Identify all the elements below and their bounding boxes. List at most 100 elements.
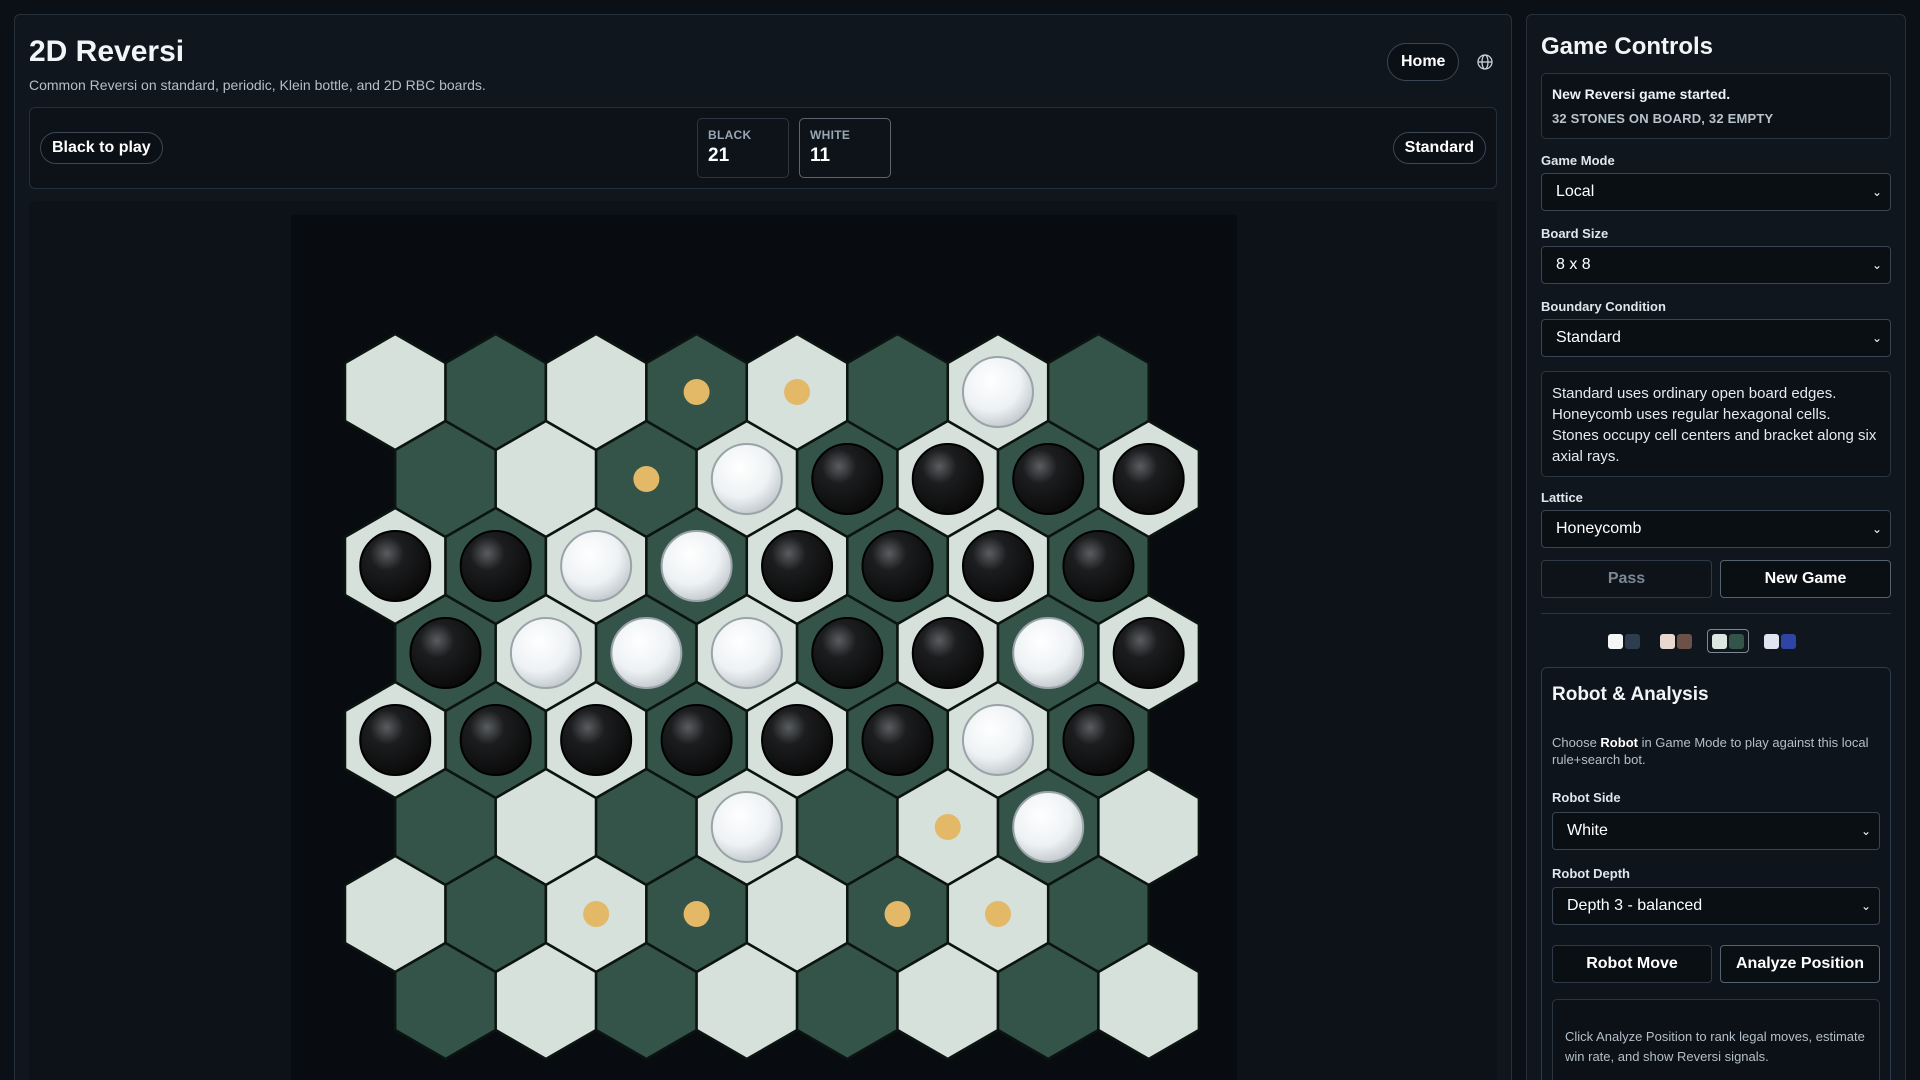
robot-analysis-panel: Robot & Analysis Choose Robot in Game Mo… (1541, 667, 1891, 1080)
white-stone (610, 617, 683, 689)
board-size-value: 8 x 8 (1556, 256, 1591, 273)
black-stone (1012, 443, 1085, 515)
message-box: New Reversi game started. 32 STONES ON B… (1541, 73, 1891, 139)
chevron-down-icon: ⌄ (1871, 258, 1882, 272)
white-stone (1012, 617, 1085, 689)
game-mode-select[interactable]: Local ⌄ (1541, 173, 1891, 211)
analyze-position-button[interactable]: Analyze Position (1720, 945, 1880, 983)
chevron-down-icon: ⌄ (1860, 899, 1871, 913)
legal-move-hint[interactable] (683, 901, 710, 927)
white-stone (660, 530, 733, 602)
boundary-label: Boundary Condition (1541, 299, 1666, 314)
status-bar: Black to play BLACK 21 WHITE 11 Standard (29, 107, 1497, 189)
theme-swatch[interactable] (1759, 629, 1801, 653)
robot-side-select[interactable]: White ⌄ (1552, 812, 1880, 850)
chevron-down-icon: ⌄ (1860, 824, 1871, 838)
globe-icon[interactable] (1474, 51, 1496, 73)
black-stone (1062, 704, 1135, 776)
black-stone (1112, 443, 1185, 515)
black-stone (459, 530, 532, 602)
swatch-light-color (1608, 633, 1623, 649)
analysis-output: Click Analyze Position to rank legal mov… (1552, 999, 1880, 1080)
legal-move-hint[interactable] (633, 466, 660, 492)
black-stone (961, 530, 1034, 602)
white-stone (509, 617, 582, 689)
lattice-select[interactable]: Honeycomb ⌄ (1541, 510, 1891, 548)
game-mode-label: Game Mode (1541, 153, 1615, 168)
chevron-down-icon: ⌄ (1871, 331, 1882, 345)
swatch-dark-color (1625, 633, 1640, 649)
black-stone (861, 704, 934, 776)
black-stone (911, 617, 984, 689)
black-score-card: BLACK 21 (697, 118, 789, 178)
theme-swatch[interactable] (1707, 629, 1749, 653)
swatch-light-color (1712, 633, 1727, 649)
page-title: 2D Reversi (29, 35, 185, 68)
swatch-light-color (1660, 633, 1675, 649)
theme-swatch[interactable] (1603, 629, 1645, 653)
black-stone (359, 530, 432, 602)
robot-depth-value: Depth 3 - balanced (1567, 897, 1703, 914)
boundary-select[interactable]: Standard ⌄ (1541, 319, 1891, 357)
black-stone (911, 443, 984, 515)
page-subtitle: Common Reversi on standard, periodic, Kl… (29, 77, 486, 93)
white-stone (710, 617, 783, 689)
black-score-value: 21 (708, 145, 730, 166)
black-stone (811, 443, 884, 515)
board-area (29, 201, 1497, 1080)
robot-note: Choose Robot in Game Mode to play agains… (1552, 735, 1869, 767)
robot-side-value: White (1567, 822, 1608, 839)
home-button[interactable]: Home (1387, 43, 1460, 81)
new-game-button[interactable]: New Game (1720, 560, 1891, 598)
boundary-value: Standard (1556, 329, 1621, 346)
reversi-board[interactable] (291, 215, 1237, 1080)
robot-move-button[interactable]: Robot Move (1552, 945, 1712, 983)
legal-move-hint[interactable] (884, 901, 911, 927)
black-stone (1112, 617, 1185, 689)
white-stone (961, 356, 1034, 428)
controls-panel: Game Controls New Reversi game started. … (1526, 14, 1906, 1080)
message-text: New Reversi game started. (1552, 86, 1731, 102)
black-stone (560, 704, 633, 776)
legal-move-hint[interactable] (683, 379, 710, 405)
robot-depth-label: Robot Depth (1552, 866, 1630, 881)
pass-button[interactable]: Pass (1541, 560, 1712, 598)
board-size-select[interactable]: 8 x 8 ⌄ (1541, 246, 1891, 284)
board-size-label: Board Size (1541, 226, 1609, 241)
black-stone (861, 530, 934, 602)
lattice-label: Lattice (1541, 490, 1583, 505)
legal-move-hint[interactable] (784, 379, 811, 405)
white-score-value: 11 (810, 145, 831, 166)
chevron-down-icon: ⌄ (1871, 522, 1882, 536)
legal-move-hint[interactable] (583, 901, 610, 927)
legal-move-hint[interactable] (934, 814, 961, 840)
robot-depth-select[interactable]: Depth 3 - balanced ⌄ (1552, 887, 1880, 925)
white-score-label: WHITE (810, 128, 851, 142)
black-stone (761, 704, 834, 776)
black-stone (811, 617, 884, 689)
boundary-description: Standard uses ordinary open board edges.… (1541, 371, 1891, 477)
white-stone (710, 791, 783, 863)
swatch-dark-color (1677, 633, 1692, 649)
stone-count-text: 32 STONES ON BOARD, 32 EMPTY (1552, 111, 1774, 126)
controls-title: Game Controls (1541, 33, 1714, 60)
white-stone (1012, 791, 1085, 863)
lattice-value: Honeycomb (1556, 520, 1642, 537)
black-stone (1062, 530, 1135, 602)
white-stone (961, 704, 1034, 776)
black-stone (359, 704, 432, 776)
legal-move-hint[interactable] (984, 901, 1011, 927)
chevron-down-icon: ⌄ (1871, 185, 1882, 199)
robot-side-label: Robot Side (1552, 790, 1621, 805)
black-stone (761, 530, 834, 602)
black-stone (459, 704, 532, 776)
white-score-card: WHITE 11 (799, 118, 891, 178)
theme-swatch[interactable] (1655, 629, 1697, 653)
boundary-mode-badge: Standard (1392, 132, 1486, 164)
swatch-light-color (1764, 633, 1779, 649)
main-panel: 2D Reversi Common Reversi on standard, p… (14, 14, 1512, 1080)
white-stone (560, 530, 633, 602)
black-stone (660, 704, 733, 776)
robot-title: Robot & Analysis (1552, 684, 1709, 705)
board-container (291, 215, 1237, 1080)
